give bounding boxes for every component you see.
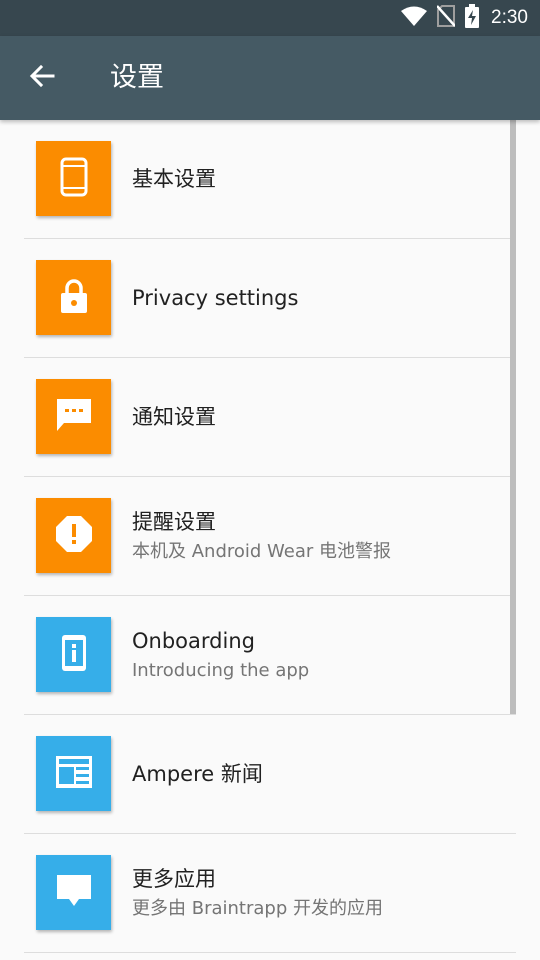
screen: 2:30 设置 基本设置 Privacy settings 通知设置 提醒设置 … <box>0 0 540 960</box>
newspaper-icon <box>55 755 93 793</box>
tile <box>36 736 111 811</box>
message-icon <box>55 873 93 913</box>
info-phone-icon <box>61 634 87 676</box>
item-title: 通知设置 <box>132 405 216 429</box>
settings-item-privacy[interactable]: Privacy settings <box>24 239 516 358</box>
tile <box>36 260 111 335</box>
lock-icon <box>57 278 91 318</box>
tile <box>36 379 111 454</box>
item-subtitle: 本机及 Android Wear 电池警报 <box>132 541 392 562</box>
settings-list: 基本设置 Privacy settings 通知设置 提醒设置 本机及 Andr… <box>0 120 540 953</box>
item-texts: 更多应用 更多由 Braintrapp 开发的应用 <box>132 834 516 952</box>
no-sim-icon <box>436 5 456 31</box>
arrow-back-icon <box>28 62 56 94</box>
settings-item-basic[interactable]: 基本设置 <box>24 120 516 239</box>
settings-item-reminders[interactable]: 提醒设置 本机及 Android Wear 电池警报 <box>24 477 516 596</box>
tile <box>36 141 111 216</box>
item-subtitle: Introducing the app <box>132 660 310 681</box>
phone-icon <box>60 157 88 201</box>
wifi-icon <box>401 6 428 30</box>
item-texts: Onboarding Introducing the app <box>132 596 516 714</box>
settings-item-notifications[interactable]: 通知设置 <box>24 358 516 477</box>
battery-charging-icon <box>465 4 480 32</box>
item-texts: 基本设置 <box>132 120 516 238</box>
status-time: 2:30 <box>491 7 528 28</box>
tile <box>36 617 111 692</box>
item-texts: 提醒设置 本机及 Android Wear 电池警报 <box>132 477 516 595</box>
item-title: Onboarding <box>132 629 255 653</box>
page-title: 设置 <box>110 62 164 93</box>
item-title: 提醒设置 <box>132 510 216 534</box>
item-texts: Privacy settings <box>132 239 516 357</box>
tile <box>36 855 111 930</box>
item-title: 基本设置 <box>132 167 216 191</box>
item-title: Ampere 新闻 <box>132 762 263 786</box>
settings-item-news[interactable]: Ampere 新闻 <box>24 715 516 834</box>
app-bar: 设置 <box>0 36 540 120</box>
settings-item-more-apps[interactable]: 更多应用 更多由 Braintrapp 开发的应用 <box>24 834 516 953</box>
item-title: 更多应用 <box>132 867 216 891</box>
status-icons: 2:30 <box>401 0 528 36</box>
status-bar: 2:30 <box>0 0 540 36</box>
settings-item-onboarding[interactable]: Onboarding Introducing the app <box>24 596 516 715</box>
alert-octagon-icon <box>55 515 93 557</box>
item-texts: Ampere 新闻 <box>132 715 516 833</box>
item-title: Privacy settings <box>132 286 299 310</box>
back-button[interactable] <box>18 54 66 102</box>
chat-bubble-icon <box>55 397 93 437</box>
item-subtitle: 更多由 Braintrapp 开发的应用 <box>132 898 383 919</box>
scrollbar[interactable] <box>510 120 516 714</box>
tile <box>36 498 111 573</box>
item-texts: 通知设置 <box>132 358 516 476</box>
